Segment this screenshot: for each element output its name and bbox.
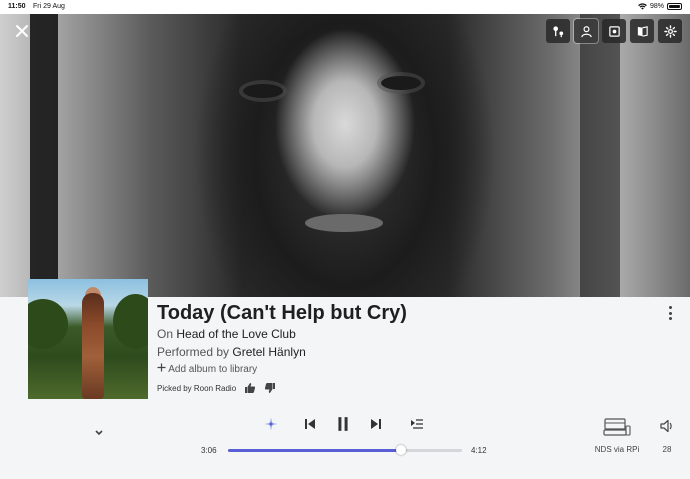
add-to-library-button[interactable]: Add album to library (157, 363, 257, 375)
radio-sparkle-icon (264, 417, 278, 431)
chevron-down-icon (95, 430, 103, 436)
close-icon (16, 25, 28, 37)
elapsed-time: 3:06 (201, 446, 217, 455)
track-duration: 4:12 (471, 446, 487, 455)
wifi-icon (638, 3, 647, 10)
pause-icon (338, 417, 348, 431)
battery-icon (667, 3, 682, 10)
artist-link[interactable]: Gretel Hänlyn (232, 345, 305, 359)
hero-toolbar (546, 18, 682, 44)
album-art[interactable] (28, 279, 148, 399)
roon-radio-button[interactable] (263, 416, 279, 432)
skip-forward-icon (371, 419, 381, 429)
performer-prefix: Performed by (157, 345, 230, 359)
artist-photo (0, 14, 690, 297)
photo-eye (243, 84, 283, 98)
add-to-library-label: Add album to library (168, 364, 258, 375)
zone-name: NDS via RPi (594, 445, 640, 454)
radio-button[interactable] (546, 19, 570, 43)
track-title[interactable]: Today (Can't Help but Cry) (157, 302, 407, 325)
battery-fill (669, 5, 680, 8)
previous-button[interactable] (302, 416, 318, 432)
more-dot (668, 306, 672, 309)
artist-button[interactable] (573, 18, 599, 44)
photo-mouth (305, 214, 383, 232)
zone-selector-button[interactable]: NDS via RPi (592, 418, 642, 454)
status-time: 11:50 (8, 3, 26, 10)
radio-picked-row: Picked by Roon Radio (157, 382, 276, 394)
album-button[interactable] (602, 19, 626, 43)
album-line: On Head of the Love Club (157, 327, 296, 341)
thumbs-down-icon[interactable] (264, 382, 276, 394)
picked-by-label: Picked by Roon Radio (157, 383, 237, 393)
more-dot (668, 317, 672, 320)
seek-bar-handle[interactable] (395, 445, 406, 455)
settings-button[interactable] (658, 19, 682, 43)
volume-level: 28 (662, 445, 672, 454)
lyrics-book-icon (637, 25, 648, 37)
close-button[interactable] (10, 20, 34, 44)
audio-device-icon (603, 418, 631, 436)
radio-icon (552, 25, 563, 37)
settings-icon (663, 24, 677, 38)
pause-button[interactable] (334, 415, 352, 433)
photo-shadow (580, 14, 620, 297)
queue-button[interactable] (409, 416, 425, 432)
seek-bar[interactable] (228, 445, 462, 455)
album-icon (608, 25, 620, 37)
photo-shadow (30, 14, 58, 297)
status-date: Fri 29 Aug (33, 3, 65, 10)
album-link[interactable]: Head of the Love Club (176, 327, 295, 341)
performer-line: Performed by Gretel Hänlyn (157, 345, 306, 359)
skip-back-icon (305, 419, 315, 429)
album-art-tree (28, 299, 68, 349)
status-bar: 11:50 Fri 29 Aug 98% (0, 0, 690, 14)
thumbs-up-icon[interactable] (244, 382, 256, 394)
plus-icon (157, 363, 166, 372)
collapse-button[interactable] (92, 426, 108, 440)
photo-eye (381, 76, 421, 90)
speaker-icon (660, 419, 672, 433)
more-dot (668, 311, 672, 315)
now-playing-screen: 11:50 Fri 29 Aug 98% Today (Can't Help b… (0, 0, 690, 479)
next-button[interactable] (368, 416, 384, 432)
battery-percent: 98% (649, 3, 664, 10)
volume-button[interactable]: 28 (656, 418, 678, 454)
album-prefix: On (157, 327, 174, 341)
album-art-tree (113, 294, 148, 349)
status-right: 98% (638, 3, 682, 10)
seek-bar-fill (228, 449, 401, 452)
lyrics-button[interactable] (630, 19, 654, 43)
queue-icon (411, 419, 423, 429)
more-options-button[interactable] (664, 304, 676, 322)
artist-icon (580, 25, 592, 37)
album-art-figure (82, 293, 104, 399)
